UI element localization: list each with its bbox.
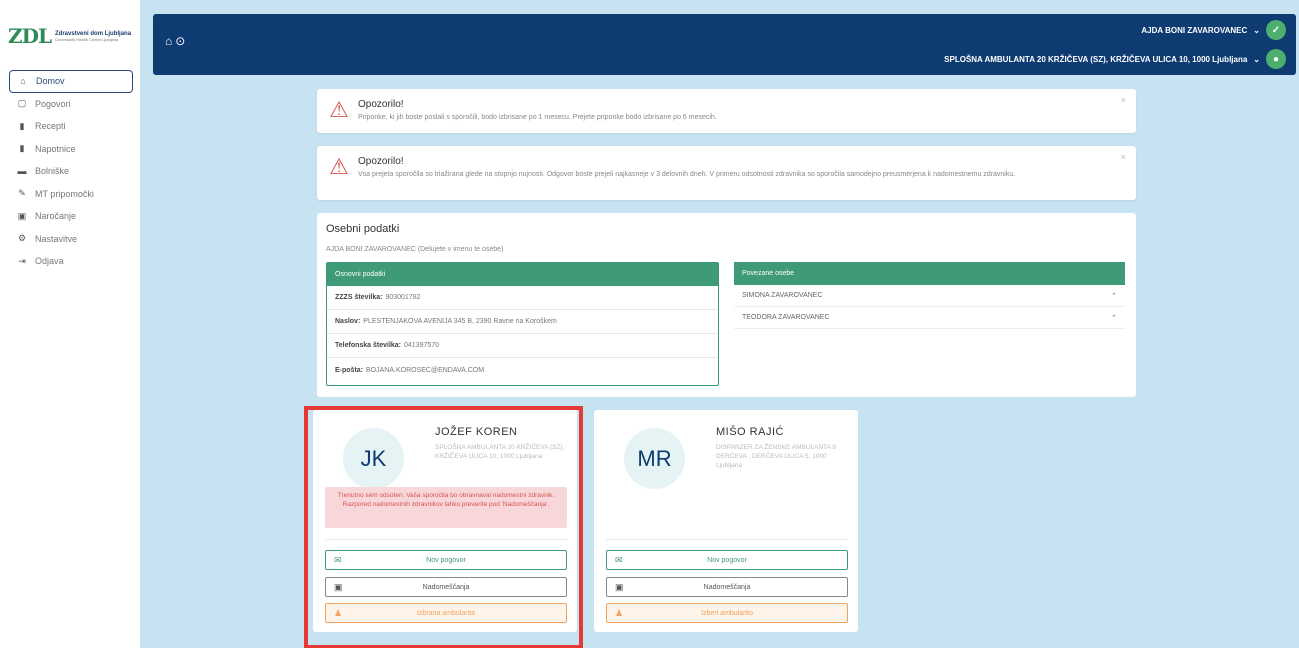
user-check-icon: ✓ [1266,20,1286,40]
related-persons-header: Povezane osebe [734,262,1125,285]
avatar: JK [343,428,404,489]
selected-ambulanta-button[interactable]: ♟ Izbrana ambulanta [325,603,567,623]
phone-row: Telefonska številka: 041397570 [327,334,718,358]
zzzs-row: ZZZS številka: 903001782 [327,286,718,310]
alert-body: Priponke, ki jih boste poslali s sporoči… [358,114,717,121]
doctor-icon: ● [1266,49,1286,69]
user-menu[interactable]: AJDA BONI ZAVAROVANEC ⌄ ✓ [1141,20,1286,40]
sidebar-item-nastavitve[interactable]: ⚙ Nastavitve [9,228,133,251]
sidebar: ZDL Zdravstveni dom Ljubljana Community … [0,0,140,648]
top-bar: ⌂ ⊙ AJDA BONI ZAVAROVANEC ⌄ ✓ SPLOŠNA AM… [153,14,1296,75]
logo[interactable]: ZDL Zdravstveni dom Ljubljana Community … [8,24,131,48]
new-conversation-button[interactable]: ✉ Nov pogovor [325,550,567,570]
substitutions-button[interactable]: ▣ Nadomeščanja [325,577,567,597]
sidebar-item-label: Pogovori [35,98,71,109]
close-icon[interactable]: × [1121,152,1126,162]
ambulanta-name: SPLOŠNA AMBULANTA 20 KRŽIČEVA (SZ), KRŽI… [944,54,1248,64]
prescription-icon: ▮ [19,120,25,131]
warning-icon: ⚠ [329,154,349,179]
sidebar-nav: ⌂ Domov ▢ Pogovori ▮ Recepti ▮ Napotnice… [9,70,133,273]
doctor-card-rajic: MR MIŠO RAJIĆ DISPANZER ZA ŽENSKE AMBULA… [594,410,858,632]
user-icon: ♟ [615,608,624,618]
sidebar-item-bolniske[interactable]: ▬ Bolniške [9,160,133,183]
sidebar-item-narocanje[interactable]: ▣ Naročanje [9,205,133,228]
related-persons-panel: Povezane osebe SIMONA ZAVAROVANEC ⌃ TEOD… [734,262,1125,332]
chevron-up-icon: ⌃ [1111,292,1117,300]
chevron-down-icon: ⌄ [1253,54,1260,64]
alert-attachments: ⚠ Opozorilo! Priponke, ki jih boste posl… [317,89,1136,133]
sidebar-item-label: Odjava [35,256,64,267]
sidebar-item-domov[interactable]: ⌂ Domov [9,70,133,93]
related-person-row[interactable]: TEODORA ZAVAROVANEC ⌃ [734,307,1125,329]
absence-notice: Trenutno sem odsoten. Vaša sporočila bo … [325,487,567,528]
sidebar-item-label: Nastavitve [35,233,78,244]
chevron-up-icon: ⌃ [1111,314,1117,322]
close-icon[interactable]: × [1121,95,1126,105]
sidebar-item-label: Naročanje [35,211,77,222]
doctor-name: JOŽEF KOREN [435,426,518,438]
sidebar-item-label: Napotnice [35,143,76,154]
chevron-down-icon: ⌄ [1253,25,1260,35]
sidebar-item-label: Domov [36,76,65,87]
logo-mark: ZDL [8,24,52,48]
new-conversation-button[interactable]: ✉ Nov pogovor [606,550,848,570]
logout-icon: ⇥ [18,255,26,266]
sidebar-item-odjava[interactable]: ⇥ Odjava [9,250,133,273]
home-icon: ⌂ [20,76,26,87]
bed-icon: ▬ [17,166,27,177]
pen-icon: ✎ [18,188,26,199]
sidebar-item-label: MT pripomočki [35,188,94,199]
select-ambulanta-button[interactable]: ♟ Izberi ambulanto [606,603,848,623]
envelope-icon: ✉ [334,555,342,565]
related-person-row[interactable]: SIMONA ZAVAROVANEC ⌃ [734,285,1125,307]
main-area: ⌂ ⊙ AJDA BONI ZAVAROVANEC ⌄ ✓ SPLOŠNA AM… [140,0,1299,648]
logo-subtitle: Community Health Centre Ljubljana [55,36,119,42]
divider [325,539,567,540]
sidebar-item-recepti[interactable]: ▮ Recepti [9,115,133,138]
basic-data-header: Osnovni podatki [327,263,718,286]
substitutions-button[interactable]: ▣ Nadomeščanja [606,577,848,597]
email-row: E-pošta: BOJANA.KOROSEC@ENDAVA.COM [335,366,485,374]
user-name: AJDA BONI ZAVAROVANEC [1141,25,1248,35]
divider [606,539,848,540]
personal-data-title: Osebni podatki [326,223,400,235]
sidebar-item-pogovori[interactable]: ▢ Pogovori [9,93,133,116]
doctor-name: MIŠO RAJIĆ [716,426,784,438]
doctor-ambulanta: DISPANZER ZA ŽENSKE AMBULANTA 8 DERČEVA … [716,444,837,470]
help-icon[interactable]: ⊙ [175,34,185,48]
basic-data-panel: Osnovni podatki ZZZS številka: 903001782 … [326,262,719,386]
doctor-card-koren: JK JOŽEF KOREN SPLOŠNA AMBULANTA 20 KRŽI… [313,410,577,632]
personal-data-subtitle: AJDA BONI ZAVAROVANEC (Delujete v imenu … [326,246,504,253]
alert-body: Vsa prejeta sporočila so triažirana gled… [358,171,1016,178]
ambulanta-menu[interactable]: SPLOŠNA AMBULANTA 20 KRŽIČEVA (SZ), KRŽI… [944,49,1286,69]
doctor-ambulanta: SPLOŠNA AMBULANTA 20 KRŽIČEVA (SZ), KRŽI… [435,444,565,461]
warning-icon: ⚠ [329,97,349,122]
home-notification-icon[interactable]: ⌂ [165,34,172,48]
alert-triage: ⚠ Opozorilo! Vsa prejeta sporočila so tr… [317,146,1136,200]
sidebar-item-napotnice[interactable]: ▮ Napotnice [9,138,133,161]
alert-title: Opozorilo! [358,156,404,167]
avatar: MR [624,428,685,489]
calendar-icon: ▣ [615,582,624,592]
gear-icon: ⚙ [17,233,27,244]
calendar-icon: ▣ [334,582,343,592]
sidebar-item-label: Recepti [35,121,66,132]
referral-icon: ▮ [19,143,25,154]
chat-icon: ▢ [17,98,27,109]
address-row: Naslov: PLESTENJAKOVA AVENIJA 345 B, 2390… [327,310,718,334]
sidebar-item-label: Bolniške [35,166,70,177]
envelope-icon: ✉ [615,555,623,565]
sidebar-item-mt-pripomocki[interactable]: ✎ MT pripomočki [9,183,133,206]
user-check-icon: ♟ [334,608,343,618]
calendar-icon: ▣ [17,210,27,221]
alert-title: Opozorilo! [358,99,404,110]
personal-data-card: Osebni podatki AJDA BONI ZAVAROVANEC (De… [317,213,1136,397]
